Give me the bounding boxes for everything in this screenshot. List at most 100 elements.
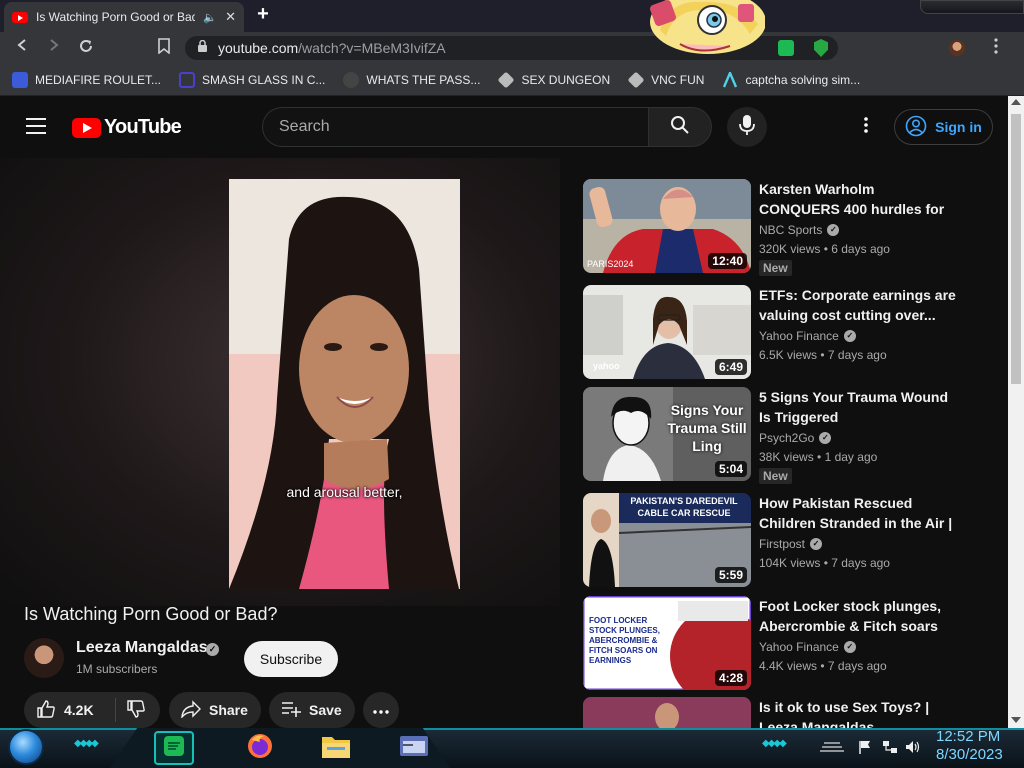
taskbar-app[interactable] <box>154 731 194 765</box>
sign-in-button[interactable]: Sign in <box>894 109 993 145</box>
window-frame-decoration <box>920 0 1024 14</box>
verified-check-icon: ✓ <box>827 224 840 236</box>
recommendation-item[interactable]: yahoo 6:49 ETFs: Corporate earnings are … <box>583 285 993 379</box>
share-button[interactable]: Share <box>169 692 261 728</box>
youtube-logo[interactable]: YouTube <box>72 116 182 139</box>
recommendation-item[interactable]: PARIS2024 12:40 Karsten Warholm CONQUERS… <box>583 179 993 276</box>
scroll-down-icon[interactable] <box>1011 717 1021 723</box>
recommendation-item[interactable]: Signs Your Trauma Still Ling 5:04 5 Sign… <box>583 387 993 484</box>
recommendation-item[interactable]: PAKISTAN'S DAREDEVIL CABLE CAR RESCUE 5:… <box>583 493 993 587</box>
more-dots-icon <box>373 701 389 719</box>
recommendation-title[interactable]: ETFs: Corporate earnings are valuing cos… <box>759 285 959 325</box>
recommendation-channel[interactable]: Yahoo Finance ✓ <box>759 329 856 343</box>
video-thumbnail[interactable]: PAKISTAN'S DAREDEVIL CABLE CAR RESCUE 5:… <box>583 493 751 587</box>
recommendation-title[interactable]: 5 Signs Your Trauma Wound Is Triggered <box>759 387 959 427</box>
start-button[interactable] <box>8 729 44 765</box>
channel-label: Yahoo Finance <box>759 329 839 343</box>
upload-age: 7 days ago <box>831 556 890 570</box>
taskbar-app[interactable] <box>316 731 356 765</box>
profile-avatar[interactable] <box>949 40 965 56</box>
volume-icon[interactable] <box>905 740 921 757</box>
bookmark-star-icon[interactable] <box>154 38 174 58</box>
window-app-icon <box>399 735 429 762</box>
bookmark-item[interactable]: captcha solving sim... <box>722 69 860 88</box>
search-button[interactable] <box>648 107 712 147</box>
verified-check-icon: ✓ <box>843 641 856 653</box>
save-button[interactable]: Save <box>269 692 355 728</box>
taskbar-app[interactable] <box>240 731 280 765</box>
lock-icon <box>197 39 208 56</box>
new-badge: New <box>759 468 792 484</box>
like-button[interactable]: 4.2K <box>24 698 116 722</box>
browser-tab[interactable]: Is Watching Porn Good or Bad? 🔈 ✕ <box>4 2 244 32</box>
recommendation-channel[interactable]: Yahoo Finance ✓ <box>759 640 856 654</box>
page-scrollbar[interactable] <box>1008 96 1024 728</box>
video-thumbnail[interactable] <box>583 697 751 728</box>
recommendation-channel[interactable]: Firstpost ✓ <box>759 537 823 551</box>
lock-site-icon <box>343 71 360 88</box>
channel-name[interactable]: Leeza Mangaldas <box>76 639 208 657</box>
search-input[interactable]: Search <box>262 107 648 147</box>
bookmark-item[interactable]: SMASH GLASS IN C... <box>179 71 326 88</box>
browser-menu-icon[interactable] <box>994 38 1008 58</box>
taskbar-app[interactable] <box>394 731 434 765</box>
bookmark-label: SEX DUNGEON <box>521 72 611 87</box>
speaker-icon[interactable]: 🔈 <box>203 11 217 24</box>
scroll-up-icon[interactable] <box>1011 99 1021 105</box>
subscribe-button[interactable]: Subscribe <box>244 641 338 677</box>
account-icon <box>905 115 927 140</box>
new-badge: New <box>759 260 792 276</box>
recommendation-item[interactable]: Is it ok to use Sex Toys? | Leeza Mangal… <box>583 697 993 728</box>
smash-icon <box>179 71 196 88</box>
recommendation-title[interactable]: Karsten Warholm CONQUERS 400 hurdles for… <box>759 179 959 219</box>
recommendation-title[interactable]: Foot Locker stock plunges, Abercrombie &… <box>759 596 959 636</box>
reload-button[interactable] <box>76 38 96 58</box>
video-duration: 6:49 <box>714 359 747 375</box>
upload-age: 7 days ago <box>827 348 887 362</box>
thumbs-down-icon <box>126 699 146 722</box>
voice-search-button[interactable] <box>727 107 767 147</box>
close-tab-icon[interactable]: ✕ <box>225 9 236 25</box>
dislike-button[interactable] <box>116 699 146 722</box>
youtube-favicon-icon <box>12 11 28 23</box>
bookmark-label: SMASH GLASS IN C... <box>202 72 326 87</box>
video-thumbnail[interactable]: FOOT LOCKER STOCK PLUNGES, ABERCROMBIE &… <box>583 596 751 690</box>
channel-label: Firstpost <box>759 537 806 551</box>
extension-green-icon[interactable] <box>778 40 794 56</box>
url-path: /watch?v=MBeM3IvifZA <box>298 40 446 56</box>
arrow-a-icon <box>722 69 738 88</box>
hamburger-menu-icon[interactable] <box>26 118 46 134</box>
bookmark-item[interactable]: WHATS THE PASS... <box>343 71 481 88</box>
video-thumbnail[interactable]: yahoo 6:49 <box>583 285 751 379</box>
video-caption: and arousal better, <box>286 484 403 500</box>
bookmark-item[interactable]: VNC FUN <box>627 71 705 88</box>
clock-date[interactable]: 8/30/2023 <box>936 746 1003 763</box>
scrollbar-thumb[interactable] <box>1011 114 1021 384</box>
recommendation-title[interactable]: Is it ok to use Sex Toys? | Leeza Mangal… <box>759 697 959 728</box>
bookmark-label: WHATS THE PASS... <box>366 72 481 87</box>
network-icon[interactable] <box>882 740 898 757</box>
recommendation-channel[interactable]: NBC Sports ✓ <box>759 223 840 237</box>
verified-check-icon: ✓ <box>206 643 219 656</box>
recommendation-title[interactable]: How Pakistan Rescued Children Stranded i… <box>759 493 959 533</box>
bookmark-item[interactable]: SEX DUNGEON <box>497 71 611 88</box>
bookmark-item[interactable]: MEDIAFIRE ROULET... <box>12 71 161 88</box>
back-button[interactable] <box>12 38 32 58</box>
video-thumbnail[interactable]: Signs Your Trauma Still Ling 5:04 <box>583 387 751 481</box>
like-dislike-bar: 4.2K <box>24 692 160 728</box>
cube-icon <box>497 71 515 88</box>
recommendation-meta: 6.5K views • 7 days ago <box>759 348 887 362</box>
recommendation-channel[interactable]: Psych2Go ✓ <box>759 431 832 445</box>
flag-icon[interactable] <box>858 740 872 757</box>
video-thumbnail[interactable]: PARIS2024 12:40 <box>583 179 751 273</box>
bookmark-label: VNC FUN <box>651 72 705 87</box>
channel-avatar[interactable] <box>24 638 64 678</box>
new-tab-button[interactable]: + <box>252 4 274 26</box>
recommendation-item[interactable]: FOOT LOCKER STOCK PLUNGES, ABERCROMBIE &… <box>583 596 993 690</box>
tray-expand-icon[interactable] <box>820 740 844 754</box>
clock-time[interactable]: 12:52 PM <box>936 728 1000 745</box>
video-frame[interactable] <box>229 179 460 589</box>
forward-button[interactable] <box>44 38 64 58</box>
more-actions-button[interactable] <box>363 692 399 728</box>
settings-menu-icon[interactable] <box>856 117 876 137</box>
